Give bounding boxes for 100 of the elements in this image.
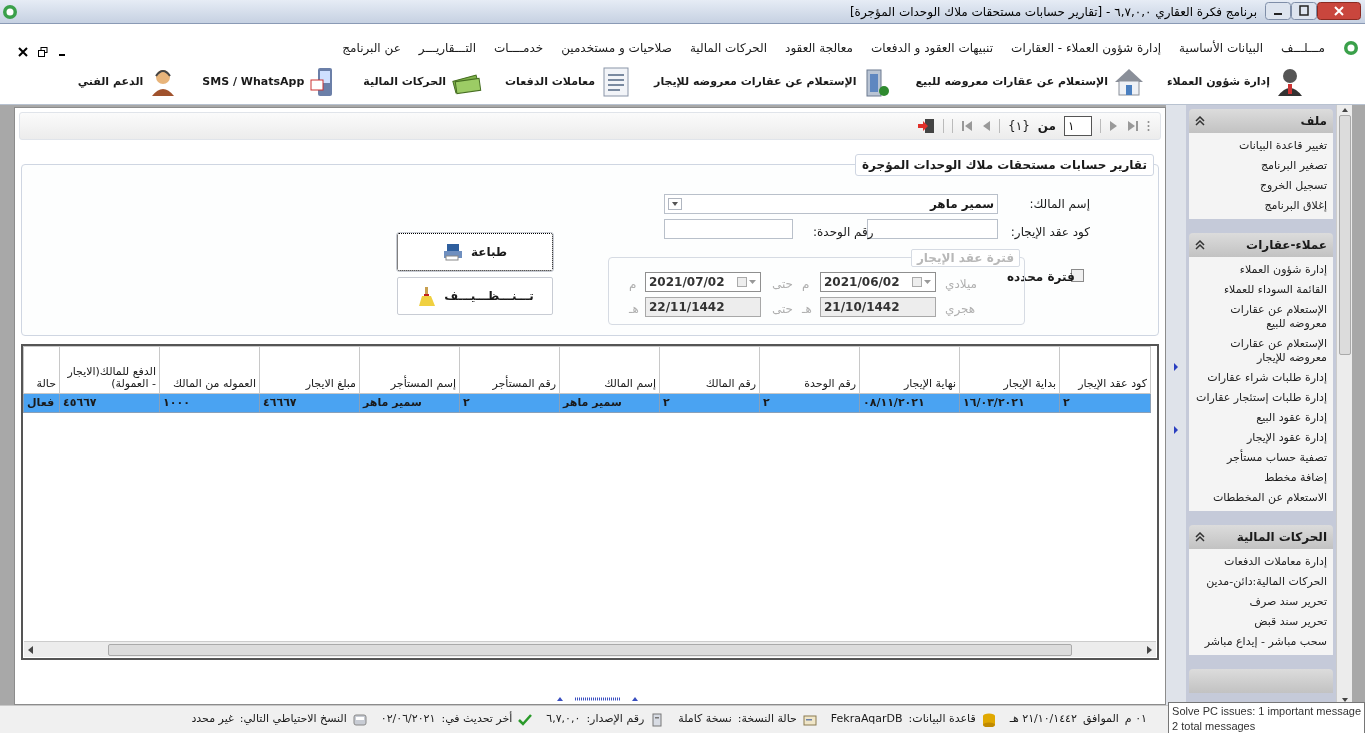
toolbar-button[interactable]: الإستعلام عن عقارات معروضه للإيجار	[654, 66, 894, 98]
status-text: ٠٢/٠٦/٢٠٢١	[380, 711, 436, 728]
group-title: تقارير حسابات مستحقات ملاك الوحدات المؤجرة	[854, 154, 1154, 176]
scrollbar-thumb[interactable]	[108, 643, 1072, 656]
sidebar-item[interactable]: الإستعلام عن عقارات معروضه للإيجار	[1193, 337, 1327, 365]
sidebar-item[interactable]: الحركات المالية:دائن-مدين	[1193, 575, 1327, 589]
table-cell: ٤٥٦٦٧	[59, 393, 160, 413]
menu-item[interactable]: تنبيهات العقود و الدفعات	[871, 39, 994, 57]
window-title: برنامج فكرة العقاري ٦,٧,٠,٠ - [تقارير حسابات مستحقات ملاك الوحدات المؤجرة]	[848, 3, 1258, 21]
tooltip-text: 2 total messages	[1172, 719, 1256, 733]
column-header[interactable]: نهاية الإيجار	[859, 346, 960, 394]
sidebar-item[interactable]: الاستعلام عن المخططات	[1193, 491, 1327, 505]
sidebar-item[interactable]: سحب مباشر - إيداع مباشر	[1193, 635, 1327, 649]
menu-item[interactable]: الحركات المالية	[689, 39, 768, 57]
column-header[interactable]: العموله من المالك	[159, 346, 260, 394]
column-header[interactable]: إسم المستأجر	[359, 346, 460, 394]
close-icon[interactable]	[18, 47, 28, 57]
status-text: الموافق	[1082, 711, 1119, 728]
close-icon[interactable]	[1317, 1, 1361, 22]
toolbar-button[interactable]: معاملات الدفعات	[505, 66, 633, 98]
menu-item[interactable]: صلاحيات و مستخدمين	[561, 39, 672, 57]
sidebar-item[interactable]: تصغير البرنامج	[1193, 159, 1327, 173]
toolbar-button[interactable]: الدعم الفني	[77, 66, 181, 98]
menu-item[interactable]: خدمــــات	[494, 39, 544, 57]
sidebar-group-header[interactable]: الحركات المالية	[1189, 525, 1333, 549]
sidebar-item[interactable]: تحرير سند قبض	[1193, 615, 1327, 629]
minimize-icon[interactable]	[1265, 1, 1291, 22]
column-header[interactable]: رقم الوحدة	[759, 346, 860, 394]
menu-item[interactable]: إدارة شؤون العملاء - العقارات	[1011, 39, 1162, 57]
status-text: قاعدة البيانات:	[908, 711, 976, 728]
field-label: هجري	[945, 301, 976, 318]
toolbar-button[interactable]: إدارة شؤون العملاء	[1166, 66, 1307, 98]
status-text: ٦,٧,٠,٠	[546, 711, 581, 728]
menu-item[interactable]: عن البرنامج	[342, 39, 401, 57]
table-cell: ١٦/٠٣/٢٠٢١	[959, 393, 1060, 413]
unit-number-field[interactable]	[664, 219, 793, 239]
status-text: ٢١/١٠/١٤٤٢ هـ	[1009, 711, 1077, 728]
menu-item[interactable]: معالجة العقود	[785, 39, 853, 57]
column-header[interactable]: إسم المالك	[559, 346, 660, 394]
table-cell: فعال	[23, 393, 60, 413]
exit-icon[interactable]	[917, 118, 936, 134]
restore-icon[interactable]	[38, 47, 48, 57]
first-page-icon[interactable]	[961, 120, 974, 132]
menu-item[interactable]: مـــلـــف	[1281, 39, 1325, 57]
scrollbar-thumb[interactable]	[1338, 115, 1351, 355]
status-text: أخر تحديث في:	[441, 711, 513, 728]
column-header[interactable]: بداية الإيجار	[959, 346, 1060, 394]
status-text: النسخ الاحتياطي التالي:	[239, 711, 347, 728]
column-header[interactable]: حالة	[23, 346, 60, 394]
sidebar-item[interactable]: الإستعلام عن عقارات معروضه للبيع	[1193, 303, 1327, 331]
sidebar-item[interactable]: القائمة السوداء للعملاء	[1193, 283, 1327, 297]
toolbar-button[interactable]: SMS / WhatsApp	[202, 66, 342, 98]
broom-icon	[416, 286, 437, 306]
next-page-icon[interactable]	[1109, 120, 1119, 132]
column-header[interactable]: رقم المالك	[659, 346, 760, 394]
button[interactable]: تـــنـــظـــيـــف	[397, 277, 553, 315]
maximize-icon[interactable]	[1291, 1, 1317, 22]
previous-page-icon[interactable]	[981, 120, 992, 132]
sidebar-item[interactable]: إدارة شؤون العملاء	[1193, 263, 1327, 277]
button[interactable]: طباعة	[397, 233, 553, 271]
horizontal-scrollbar[interactable]	[24, 641, 1156, 657]
owner-dropdown[interactable]: سمير ماهر	[664, 194, 998, 214]
sidebar-group-header[interactable]: ملف	[1189, 109, 1333, 133]
column-header[interactable]: الدفع للمالك(الايجار - العمولة)	[59, 346, 160, 394]
app-logo-icon	[2, 3, 18, 20]
sidebar-item[interactable]: تغيير قاعدة البيانات	[1193, 139, 1327, 153]
grip-icon	[1147, 120, 1150, 132]
collapse-arrow-icon[interactable]	[1173, 426, 1179, 434]
sidebar-item[interactable]: إغلاق البرنامج	[1193, 199, 1327, 213]
printer-icon	[442, 242, 463, 262]
collapse-icon	[1195, 116, 1205, 126]
vertical-scrollbar[interactable]	[1336, 105, 1352, 705]
sidebar-item[interactable]: إدارة طلبات شراء عقارات	[1193, 371, 1327, 385]
column-header[interactable]: كود عقد الإيجار	[1059, 346, 1151, 394]
menu-item[interactable]: البيانات الأساسية	[1179, 39, 1264, 57]
calendar-dropdown-icon	[912, 276, 932, 288]
toolbar-button[interactable]: الإستعلام عن عقارات معروضه للبيع	[915, 66, 1145, 98]
sidebar-item[interactable]: تحرير سند صرف	[1193, 595, 1327, 609]
sidebar-item[interactable]: إضافة مخطط	[1193, 471, 1327, 485]
drive-icon	[352, 712, 367, 727]
sidebar-item[interactable]: تصفية حساب مستأجر	[1193, 451, 1327, 465]
column-header[interactable]: مبلغ الايجار	[259, 346, 360, 394]
column-header[interactable]: رقم المستأجر	[459, 346, 560, 394]
sidebar-item[interactable]: إدارة معاملات الدفعات	[1193, 555, 1327, 569]
page-count: {١}	[1008, 118, 1030, 135]
sidebar-item[interactable]: إدارة عقود الإيجار	[1193, 431, 1327, 445]
sidebar-item[interactable]: إدارة طلبات إستئجار عقارات	[1193, 391, 1327, 405]
collapse-arrow-icon[interactable]	[1173, 363, 1179, 371]
page-field[interactable]: ١	[1064, 116, 1092, 136]
menu-item[interactable]: التـــقاريـــر	[418, 39, 476, 57]
unit-label: هـ	[629, 301, 639, 318]
sidebar-item[interactable]: تسجيل الخروج	[1193, 179, 1327, 193]
table-cell: ٢	[459, 393, 560, 413]
status-text: رقم الإصدار:	[586, 711, 645, 728]
toolbar-button[interactable]: الحركات المالية	[363, 66, 484, 98]
last-page-icon[interactable]	[1127, 120, 1139, 132]
sidebar-group-header[interactable]: عملاء-عقارات	[1189, 233, 1333, 257]
field-label: إسم المالك:	[1029, 196, 1090, 213]
sidebar-item[interactable]: إدارة عقود البيع	[1193, 411, 1327, 425]
table-cell: ١٠٠٠	[159, 393, 260, 413]
